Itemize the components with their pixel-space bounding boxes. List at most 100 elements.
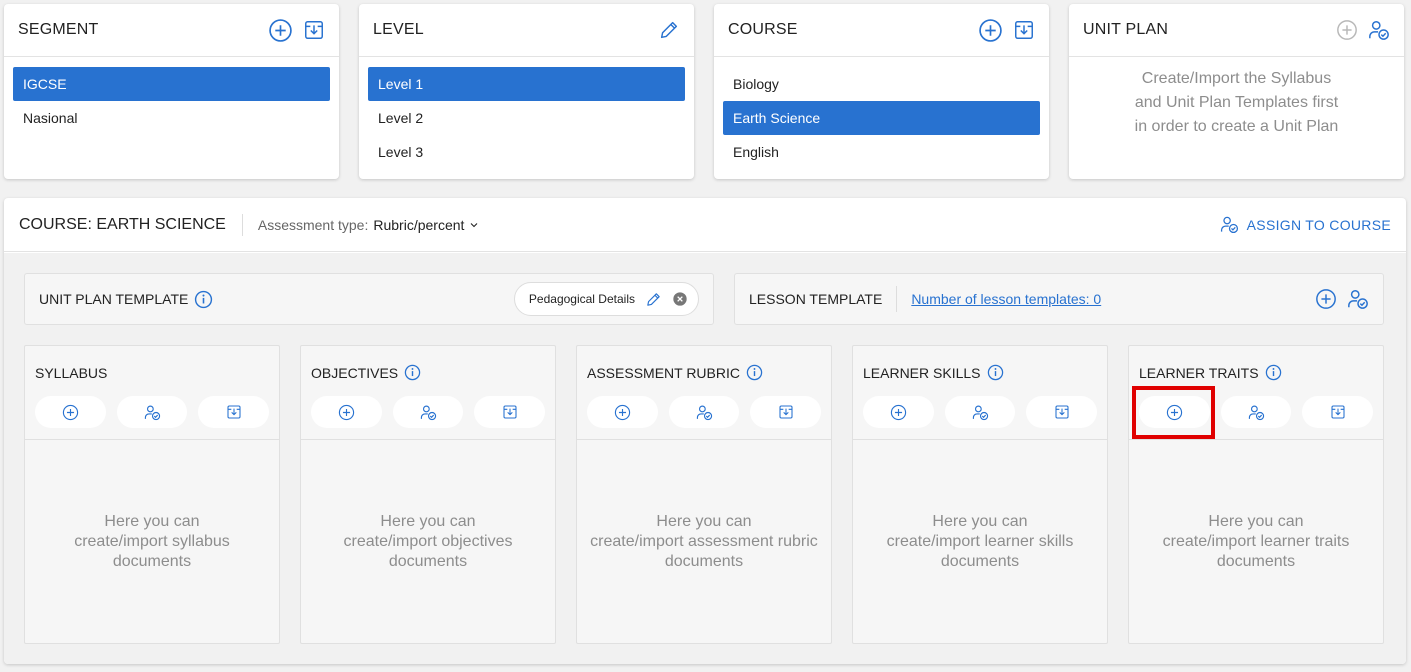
info-icon[interactable] [194,290,213,309]
segment-item-igcse[interactable]: IGCSE [13,67,330,101]
assign-syllabus-button[interactable] [116,396,188,428]
plus-circle-icon [614,404,631,421]
level-item-2[interactable]: Level 2 [368,101,685,135]
course-item-biology[interactable]: Biology [723,67,1040,101]
empty-message-line: Here you can [1208,513,1304,530]
empty-message: Here you can create/import objectives do… [301,512,555,572]
import-learner-skills-button[interactable] [1026,396,1098,428]
info-icon[interactable] [404,364,421,381]
assign-learner-traits-button[interactable] [1220,396,1292,428]
chevron-down-icon [468,219,480,231]
course-card: COURSE Biology Earth Science English [714,4,1049,179]
learner-traits-column: LEARNER TRAITS Here you can create/impor… [1128,345,1384,644]
empty-message: Here you can create/import syllabus docu… [25,512,279,572]
import-segment-icon[interactable] [303,19,325,41]
column-title: OBJECTIVES [311,346,545,382]
add-unit-plan-plus-icon[interactable] [1336,19,1358,41]
add-learner-traits-button[interactable] [1139,396,1210,428]
syllabus-title: SYLLABUS [35,364,108,381]
level-item-3[interactable]: Level 3 [368,135,685,169]
plus-circle-icon [338,404,355,421]
empty-message-line: create/import syllabus [74,533,230,550]
assessment-rubric-title: ASSESSMENT RUBRIC [587,364,740,381]
column-title: LEARNER SKILLS [863,346,1097,382]
course-item-earth-science[interactable]: Earth Science [723,101,1040,135]
edit-level-pencil-icon[interactable] [658,19,680,41]
assign-user-icon [972,404,989,421]
unit-plan-card: UNIT PLAN Create/Import the Syllabus and… [1069,4,1404,179]
empty-message-line: Here you can [656,513,752,530]
column-title: SYLLABUS [35,346,269,382]
edit-pencil-icon[interactable] [645,291,662,308]
course-detail-header: COURSE: EARTH SCIENCE Assessment type: R… [4,198,1406,252]
assign-lesson-template-icon[interactable] [1347,288,1369,310]
learner-skills-column: LEARNER SKILLS Here you can create/impor… [852,345,1108,644]
pedagogical-details-label: Pedagogical Details [528,292,635,306]
column-title: LEARNER TRAITS [1139,346,1373,382]
remove-close-icon[interactable] [672,291,688,307]
add-assessment-rubric-button[interactable] [587,396,658,428]
assign-user-icon [696,404,713,421]
assessment-rubric-column: ASSESSMENT RUBRIC Here you can create/im… [576,345,832,644]
pedagogical-details-chip[interactable]: Pedagogical Details [513,282,699,316]
import-icon [1330,404,1346,420]
assign-unit-plan-icon[interactable] [1368,19,1390,41]
add-course-plus-icon[interactable] [978,18,1003,43]
empty-message: Here you can create/import assessment ru… [577,512,831,572]
empty-message-line: documents [940,553,1020,570]
add-learner-skills-button[interactable] [863,396,934,428]
import-icon [778,404,794,420]
empty-message-line: documents [1216,553,1296,570]
course-item-english[interactable]: English [723,135,1040,169]
templates-area: UNIT PLAN TEMPLATE Pedagogical Details L… [4,253,1406,664]
course-detail-title: COURSE: EARTH SCIENCE [19,213,243,236]
assign-objectives-button[interactable] [392,396,464,428]
unit-plan-template-text: UNIT PLAN TEMPLATE [39,291,189,307]
lesson-template-bar: LESSON TEMPLATE Number of lesson templat… [734,273,1384,325]
add-segment-plus-icon[interactable] [268,18,293,43]
assign-user-icon [420,404,437,421]
info-icon[interactable] [1265,364,1282,381]
objectives-title: OBJECTIVES [311,364,399,381]
segment-card: SEGMENT IGCSE Nasional [4,4,339,179]
assessment-type-dropdown[interactable]: Rubric/percent [373,217,480,233]
info-icon[interactable] [987,364,1004,381]
empty-message-line: documents [664,553,744,570]
import-learner-traits-button[interactable] [1302,396,1374,428]
empty-message-line: create/import objectives [343,533,513,550]
unit-plan-message: Create/Import the Syllabus and Unit Plan… [1069,57,1404,139]
add-lesson-template-plus-icon[interactable] [1315,288,1337,310]
import-course-icon[interactable] [1013,19,1035,41]
assessment-type: Assessment type: Rubric/percent [258,217,481,233]
level-item-1[interactable]: Level 1 [368,67,685,101]
unit-plan-message-line: and Unit Plan Templates first [1134,94,1339,111]
learner-traits-title: LEARNER TRAITS [1139,364,1259,381]
syllabus-column: SYLLABUS Here you can create/import syll… [24,345,280,644]
segment-header: SEGMENT [4,4,339,57]
import-icon [502,404,518,420]
assign-assessment-rubric-button[interactable] [668,396,740,428]
plus-circle-icon [1166,404,1183,421]
unit-plan-message-line: in order to create a Unit Plan [1134,118,1339,135]
assign-to-course-button[interactable]: ASSIGN TO COURSE [1220,215,1391,234]
info-icon[interactable] [746,364,763,381]
plus-circle-icon [890,404,907,421]
empty-message-line: documents [388,553,468,570]
add-syllabus-button[interactable] [35,396,106,428]
assessment-type-value: Rubric/percent [373,216,465,233]
assign-learner-skills-button[interactable] [944,396,1016,428]
assessment-type-label: Assessment type: [257,216,369,233]
unit-plan-template-bar: UNIT PLAN TEMPLATE Pedagogical Details [24,273,714,325]
plus-circle-icon [62,404,79,421]
unit-plan-message-line: Create/Import the Syllabus [1141,70,1332,87]
segment-item-nasional[interactable]: Nasional [13,101,330,135]
lesson-templates-count-link[interactable]: Number of lesson templates: 0 [911,291,1101,307]
lesson-template-label: LESSON TEMPLATE [749,291,883,307]
empty-message-line: Here you can [380,513,476,530]
import-syllabus-button[interactable] [198,396,270,428]
level-title: LEVEL [373,21,424,38]
add-objectives-button[interactable] [311,396,382,428]
assign-user-icon [1248,404,1265,421]
import-assessment-rubric-button[interactable] [750,396,822,428]
import-objectives-button[interactable] [474,396,546,428]
